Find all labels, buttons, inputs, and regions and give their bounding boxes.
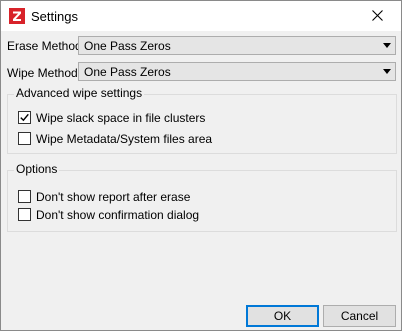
wipe-method-label: Wipe Method: [7, 66, 78, 80]
checkmark-icon: [20, 113, 29, 122]
dropdown-arrow-icon: [383, 43, 391, 48]
erase-method-select[interactable]: One Pass Zeros: [78, 36, 396, 55]
title-bar: Settings: [1, 1, 401, 31]
no-confirmation-checkbox[interactable]: [18, 208, 31, 221]
close-button[interactable]: [355, 1, 401, 31]
advanced-wipe-group: Advanced wipe settings Wipe slack space …: [7, 86, 397, 154]
no-confirmation-label: Don't show confirmation dialog: [36, 208, 200, 222]
wipe-method-select[interactable]: One Pass Zeros: [78, 62, 396, 81]
wipe-method-value: One Pass Zeros: [84, 65, 171, 79]
options-group: Options Don't show report after erase Do…: [7, 162, 397, 232]
close-icon: [372, 10, 383, 21]
wipe-slack-space-checkbox[interactable]: [18, 111, 31, 124]
wipe-metadata-checkbox[interactable]: [18, 132, 31, 145]
settings-dialog: Settings Erase Method One Pass Zeros Wip…: [0, 0, 402, 331]
no-report-label: Don't show report after erase: [36, 190, 191, 204]
no-report-checkbox[interactable]: [18, 190, 31, 203]
wipe-slack-space-label: Wipe slack space in file clusters: [36, 111, 206, 125]
window-title: Settings: [31, 9, 78, 24]
options-group-title: Options: [14, 162, 60, 176]
z-logo-icon: [9, 8, 25, 24]
ok-button[interactable]: OK: [246, 305, 319, 327]
dropdown-arrow-icon: [383, 69, 391, 74]
erase-method-value: One Pass Zeros: [84, 39, 171, 53]
erase-method-label: Erase Method: [7, 39, 82, 53]
advanced-wipe-group-title: Advanced wipe settings: [14, 86, 145, 100]
cancel-button[interactable]: Cancel: [323, 305, 396, 327]
wipe-metadata-label: Wipe Metadata/System files area: [36, 132, 213, 146]
